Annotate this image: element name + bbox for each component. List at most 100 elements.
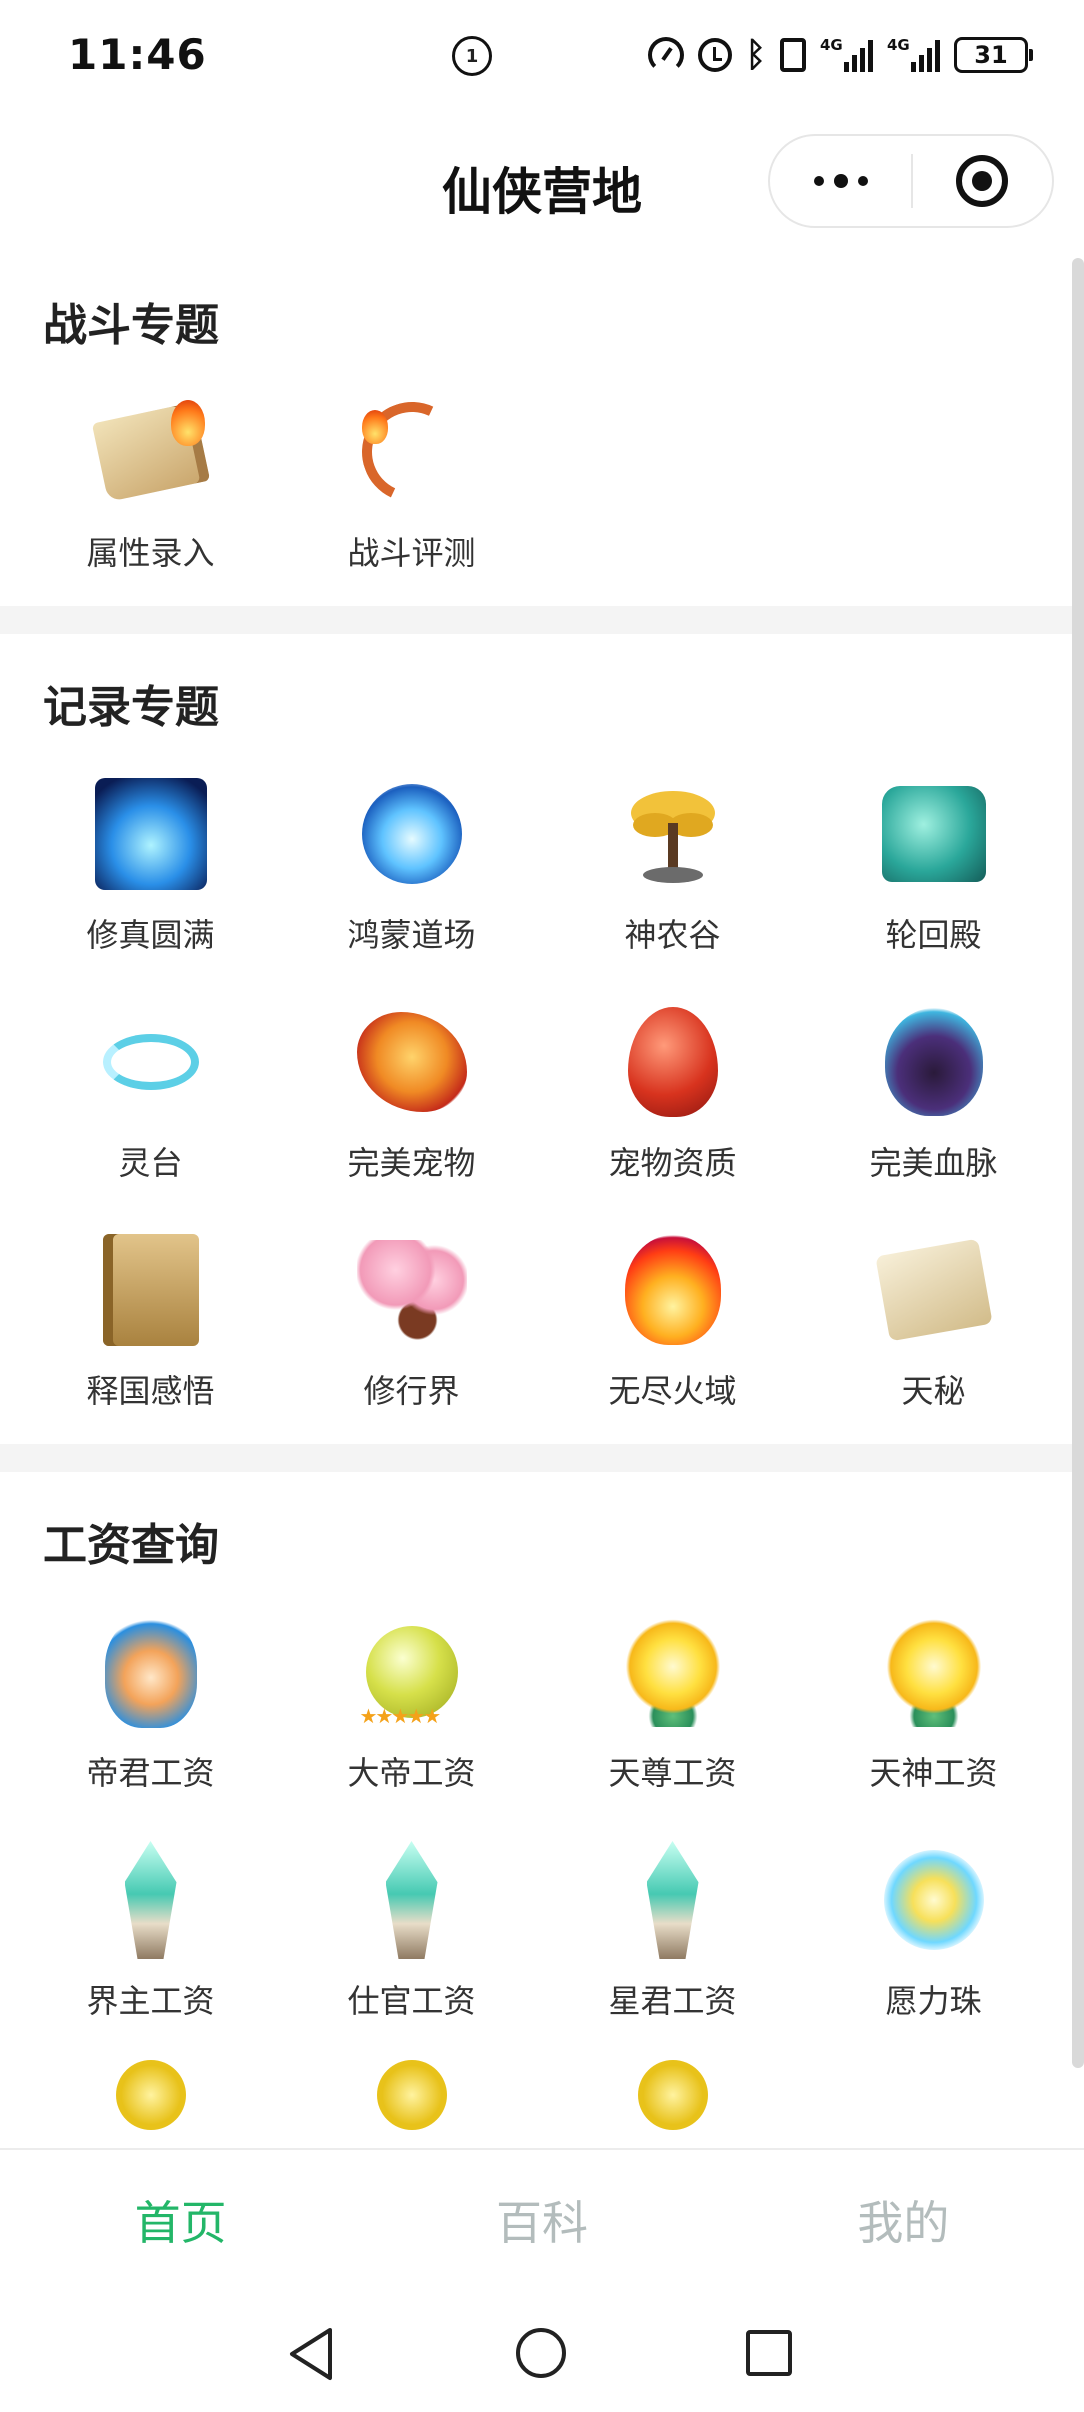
tile-enlightenment[interactable]: 释国感悟	[20, 1216, 281, 1444]
tile-label: 帝君工资	[86, 1754, 215, 1792]
tome-icon	[91, 1230, 211, 1350]
tile-practice-realm[interactable]: 修行界	[281, 1216, 542, 1444]
tile-label: 释国感悟	[86, 1372, 215, 1410]
tile-tianmi[interactable]: 天秘	[803, 1216, 1064, 1444]
phoenix-icon	[352, 1002, 472, 1122]
more-icon	[813, 176, 824, 186]
tile-pet-aptitude[interactable]: 宠物资质	[542, 988, 803, 1216]
tile-label: 无尽火域	[608, 1372, 737, 1410]
alarm-icon	[697, 38, 732, 72]
back-icon[interactable]	[286, 2326, 336, 2382]
tile-label: 属性录入	[86, 534, 215, 572]
tile-label: 天神工资	[869, 1754, 998, 1792]
gem-icon	[352, 1840, 472, 1960]
tile-dijun-salary[interactable]: 帝君工资	[20, 1598, 281, 1826]
tile-label: 天秘	[901, 1372, 966, 1410]
tile-label: 灵台	[118, 1144, 183, 1182]
speed-icon	[647, 37, 684, 73]
fire-icon	[613, 1230, 733, 1350]
tile-perfect-bloodline[interactable]: 完美血脉	[803, 988, 1064, 1216]
tile-attribute-entry[interactable]: 属性录入	[20, 378, 281, 606]
tile-label: 修行界	[363, 1372, 460, 1410]
tab-encyclopedia[interactable]: 百科	[361, 2150, 722, 2298]
scroll-icon	[874, 1230, 994, 1350]
tile-label: 星君工资	[608, 1982, 737, 2020]
tile-label: 界主工资	[86, 1982, 215, 2020]
tile-shennong[interactable]: 神农谷	[542, 760, 803, 988]
golden-tree-icon	[613, 774, 733, 894]
item-grid: 修真圆满 鸿蒙道场 神农谷 轮回殿 灵台 完美宠物 宠物资质 完美血脉 释国感悟…	[20, 760, 1084, 1444]
tile-label: 完美宠物	[347, 1144, 476, 1182]
tile-label: 仕官工资	[347, 1982, 476, 2020]
empty-cell	[803, 2054, 1064, 2130]
gold-flame-icon	[874, 1612, 994, 1732]
main-content[interactable]: 战斗专题 属性录入 战斗评测 记录专题 修真圆满 鸿蒙道场 神农谷 轮回殿 灵台…	[0, 252, 1084, 2148]
tile-xingjun-salary[interactable]: 星君工资	[542, 1826, 803, 2054]
battery-level: 31	[974, 41, 1008, 69]
recent-apps-icon[interactable]	[746, 2330, 792, 2376]
tile-lunhui[interactable]: 轮回殿	[803, 760, 1064, 988]
partial-icon	[542, 2054, 803, 2130]
section-title: 战斗专题	[43, 300, 219, 351]
network-type-label: 4G	[820, 36, 843, 54]
tile-hongmeng[interactable]: 鸿蒙道场	[281, 760, 542, 988]
item-grid: 属性录入 战斗评测	[20, 378, 1084, 606]
tile-label: 宠物资质	[608, 1144, 737, 1182]
close-miniprogram-icon	[956, 155, 1009, 207]
system-navigation-bar	[0, 2298, 1084, 2412]
status-icons: ᛒ 4G 4G 31	[647, 32, 1033, 78]
tile-cultivation[interactable]: 修真圆满	[20, 760, 281, 988]
tile-label: 神农谷	[624, 916, 721, 954]
close-miniprogram-button[interactable]	[913, 136, 1052, 226]
partial-icon	[281, 2054, 542, 2130]
section-salary: 工资查询 帝君工资 ★★★★★ 大帝工资 天尊工资 天神工资 界主工资 仕官工资…	[0, 1472, 1084, 2130]
tile-label: 战斗评测	[347, 534, 476, 572]
tile-endless-fire[interactable]: 无尽火域	[542, 1216, 803, 1444]
wish-orb-icon	[874, 1840, 994, 1960]
tile-shiguan-salary[interactable]: 仕官工资	[281, 1826, 542, 2054]
signal-icon: 4G	[887, 38, 940, 72]
pet-egg-icon	[613, 1002, 733, 1122]
blossom-tree-icon	[352, 1230, 472, 1350]
cultivation-icon	[91, 774, 211, 894]
section-title: 工资查询	[43, 1520, 219, 1571]
section-title: 记录专题	[43, 682, 219, 733]
blue-orb-icon	[352, 774, 472, 894]
pearl-stars-icon: ★★★★★	[352, 1612, 472, 1732]
gem-icon	[91, 1840, 211, 1960]
bluetooth-icon: ᛒ	[745, 35, 766, 75]
vase-icon	[91, 1612, 211, 1732]
item-grid: 帝君工资 ★★★★★ 大帝工资 天尊工资 天神工资 界主工资 仕官工资 星君工资…	[20, 1598, 1084, 2054]
tile-label: 愿力珠	[885, 1982, 982, 2020]
network-type-label: 4G	[887, 36, 910, 54]
section-battle: 战斗专题 属性录入 战斗评测	[0, 252, 1084, 606]
tile-label: 天尊工资	[608, 1754, 737, 1792]
tile-label: 大帝工资	[347, 1754, 476, 1792]
vibrate-icon	[780, 38, 806, 72]
tile-tianshen-salary[interactable]: 天神工资	[803, 1598, 1064, 1826]
tile-lingtai[interactable]: 灵台	[20, 988, 281, 1216]
tile-tianzun-salary[interactable]: 天尊工资	[542, 1598, 803, 1826]
tile-perfect-pet[interactable]: 完美宠物	[281, 988, 542, 1216]
tile-emperor-salary[interactable]: ★★★★★ 大帝工资	[281, 1598, 542, 1826]
tab-home[interactable]: 首页	[0, 2150, 361, 2298]
gem-icon	[613, 1840, 733, 1960]
bow-icon	[347, 387, 476, 517]
section-divider	[0, 606, 1084, 634]
data-saver-icon: 1	[452, 36, 492, 76]
tab-mine[interactable]: 我的	[723, 2150, 1084, 2298]
tile-battle-eval[interactable]: 战斗评测	[281, 378, 542, 606]
more-icon-dot	[833, 174, 848, 188]
section-records: 记录专题 修真圆满 鸿蒙道场 神农谷 轮回殿 灵台 完美宠物 宠物资质 完美血脉…	[0, 634, 1084, 1444]
tile-jiezhu-salary[interactable]: 界主工资	[20, 1826, 281, 2054]
jade-seal-icon	[874, 774, 994, 894]
home-icon[interactable]	[516, 2328, 566, 2378]
more-button[interactable]	[770, 136, 911, 226]
scrollbar[interactable]	[1072, 258, 1084, 2068]
tile-wish-orb[interactable]: 愿力珠	[803, 1826, 1064, 2054]
more-icon-dot	[857, 176, 868, 186]
attribute-book-icon	[91, 392, 211, 512]
status-bar: 11:46 1 ᛒ 4G 4G 31	[0, 0, 1084, 112]
bloodline-icon	[874, 1002, 994, 1122]
partially-visible-row	[20, 2054, 1084, 2130]
